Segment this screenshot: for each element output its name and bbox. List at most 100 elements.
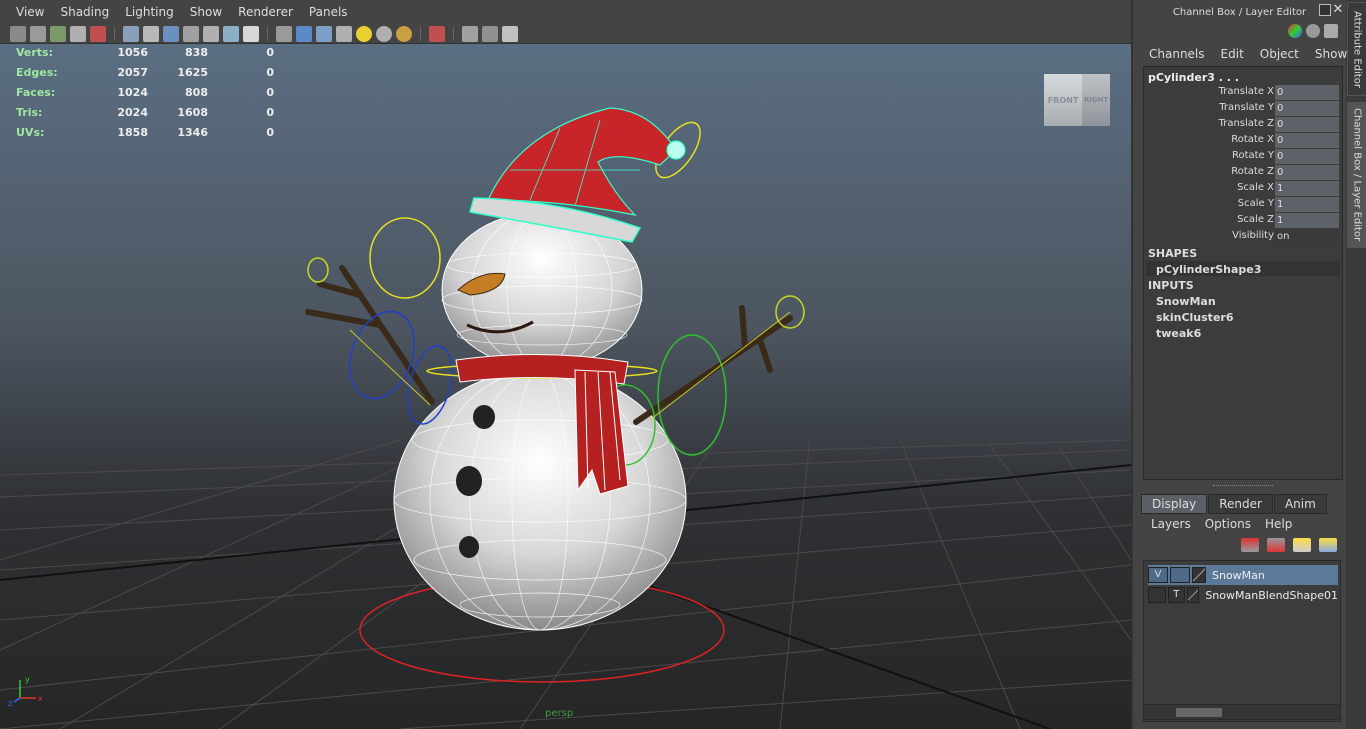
move-layer-up-icon[interactable]: [1241, 538, 1259, 552]
bookmarks-icon[interactable]: [50, 25, 66, 42]
input-node[interactable]: skinCluster6: [1156, 311, 1233, 324]
menu-shading[interactable]: Shading: [52, 5, 117, 19]
wireframe-on-shaded-icon[interactable]: [316, 25, 332, 42]
layer-list-scrollbar[interactable]: [1143, 704, 1341, 720]
menu-options[interactable]: Options: [1205, 517, 1251, 531]
shadows-icon[interactable]: [376, 25, 392, 42]
tab-display[interactable]: Display: [1141, 494, 1208, 514]
layer-name[interactable]: SnowManBlendShape01: [1205, 589, 1338, 602]
attr-name[interactable]: Scale Y: [1238, 198, 1274, 209]
attr-value-field[interactable]: 0: [1275, 117, 1339, 132]
attr-value-field[interactable]: 0: [1275, 149, 1339, 164]
menu-show[interactable]: Show: [182, 5, 230, 19]
attr-value-field[interactable]: 0: [1275, 101, 1339, 116]
new-layer-icon[interactable]: [1293, 538, 1311, 552]
attr-value-field[interactable]: 1: [1275, 197, 1339, 212]
axis-y-label: y: [25, 675, 30, 684]
wireframe-icon[interactable]: [276, 25, 292, 42]
viewcube[interactable]: FRONT RIGHT: [1044, 70, 1114, 130]
attr-name[interactable]: Rotate Z: [1231, 166, 1274, 177]
attr-name[interactable]: Translate Y: [1219, 102, 1274, 113]
default-light-icon[interactable]: [356, 25, 372, 42]
visibility-toggle[interactable]: V: [1148, 567, 1168, 583]
layer-row[interactable]: V SnowMan: [1148, 565, 1338, 585]
new-layer-from-selection-icon[interactable]: [1319, 538, 1337, 552]
attr-value-field[interactable]: 1: [1275, 213, 1339, 228]
viewcube-front-face[interactable]: FRONT: [1044, 74, 1082, 126]
display-type-toggle[interactable]: [1170, 567, 1190, 583]
attr-value-field[interactable]: 1: [1275, 181, 1339, 196]
ambient-occlusion-icon[interactable]: [396, 25, 412, 42]
camera-attributes-icon[interactable]: [30, 25, 46, 42]
image-plane-icon[interactable]: [70, 25, 86, 42]
input-node[interactable]: tweak6: [1156, 327, 1201, 340]
snowman-body[interactable]: [393, 369, 687, 631]
film-gate-icon[interactable]: [143, 25, 159, 42]
layer-color-swatch[interactable]: [1187, 587, 1200, 603]
input-node[interactable]: SnowMan: [1156, 295, 1216, 308]
speed-icon[interactable]: [1306, 24, 1320, 38]
menu-edit[interactable]: Edit: [1221, 47, 1244, 61]
attr-value-field[interactable]: 0: [1275, 85, 1339, 100]
xray-components-icon[interactable]: [502, 25, 518, 42]
menu-object[interactable]: Object: [1260, 47, 1299, 61]
attr-value-field[interactable]: 0: [1275, 165, 1339, 180]
attr-value-field[interactable]: 0: [1275, 133, 1339, 148]
scene-3d[interactable]: [0, 44, 1131, 729]
2d-pan-zoom-icon[interactable]: [90, 25, 106, 42]
layer-name[interactable]: SnowMan: [1212, 569, 1265, 582]
visibility-toggle[interactable]: [1148, 587, 1166, 603]
tab-anim[interactable]: Anim: [1273, 494, 1327, 514]
attr-name[interactable]: Translate X: [1219, 86, 1274, 97]
attr-value-field[interactable]: on: [1275, 229, 1339, 244]
safe-action-icon[interactable]: [223, 25, 239, 42]
menu-view[interactable]: View: [8, 5, 52, 19]
menu-lighting[interactable]: Lighting: [117, 5, 182, 19]
attr-name[interactable]: Visibility: [1232, 230, 1274, 241]
attr-name[interactable]: Rotate X: [1231, 134, 1274, 145]
hud-row-tris: Tris: 2024 1608 0: [16, 102, 274, 122]
viewcube-right-face[interactable]: RIGHT: [1082, 74, 1110, 126]
isolate-select-icon[interactable]: [429, 25, 445, 42]
menu-layers[interactable]: Layers: [1151, 517, 1191, 531]
menu-renderer[interactable]: Renderer: [230, 5, 301, 19]
display-type-toggle[interactable]: T: [1167, 587, 1185, 603]
hud-label: Edges:: [16, 65, 58, 79]
resolution-gate-icon[interactable]: [163, 25, 179, 42]
grid-icon[interactable]: [123, 25, 139, 42]
attr-name[interactable]: Rotate Y: [1232, 150, 1274, 161]
shape-node[interactable]: pCylinderShape3: [1156, 263, 1261, 276]
select-camera-icon[interactable]: [10, 25, 26, 42]
attr-name[interactable]: Scale X: [1237, 182, 1274, 193]
gate-mask-icon[interactable]: [183, 25, 199, 42]
textured-icon[interactable]: [336, 25, 352, 42]
toolbar-separator: [114, 26, 115, 41]
xray-icon[interactable]: [462, 25, 478, 42]
float-panel-icon[interactable]: [1319, 4, 1331, 16]
menu-help[interactable]: Help: [1265, 517, 1292, 531]
field-chart-icon[interactable]: [203, 25, 219, 42]
menu-show[interactable]: Show: [1315, 47, 1347, 61]
selected-node-name[interactable]: pCylinder3 . . .: [1148, 71, 1239, 84]
tab-channel-box[interactable]: Channel Box / Layer Editor: [1347, 102, 1366, 248]
menu-channels[interactable]: Channels: [1149, 47, 1205, 61]
attr-name[interactable]: Scale Z: [1237, 214, 1274, 225]
manipulator-icon[interactable]: [1288, 24, 1302, 38]
move-layer-down-icon[interactable]: [1267, 538, 1285, 552]
safe-title-icon[interactable]: [243, 25, 259, 42]
hyperbolic-icon[interactable]: [1324, 24, 1338, 38]
menu-panels[interactable]: Panels: [301, 5, 356, 19]
viewport[interactable]: View Shading Lighting Show Renderer Pane…: [0, 0, 1131, 729]
close-icon[interactable]: ✕: [1331, 3, 1345, 17]
hud-value: 808: [185, 85, 208, 99]
layer-row[interactable]: T SnowManBlendShape01: [1148, 585, 1338, 605]
attr-name[interactable]: Translate Z: [1219, 118, 1274, 129]
smooth-shade-icon[interactable]: [296, 25, 312, 42]
panel-splitter-handle[interactable]: [1213, 485, 1273, 489]
layer-color-swatch[interactable]: [1192, 567, 1206, 583]
tab-render[interactable]: Render: [1208, 494, 1273, 514]
tab-attribute-editor[interactable]: Attribute Editor: [1347, 2, 1366, 96]
channel-box-menubar: Channels Edit Object Show: [1133, 44, 1347, 64]
xray-joints-icon[interactable]: [482, 25, 498, 42]
scrollbar-thumb[interactable]: [1176, 708, 1222, 717]
